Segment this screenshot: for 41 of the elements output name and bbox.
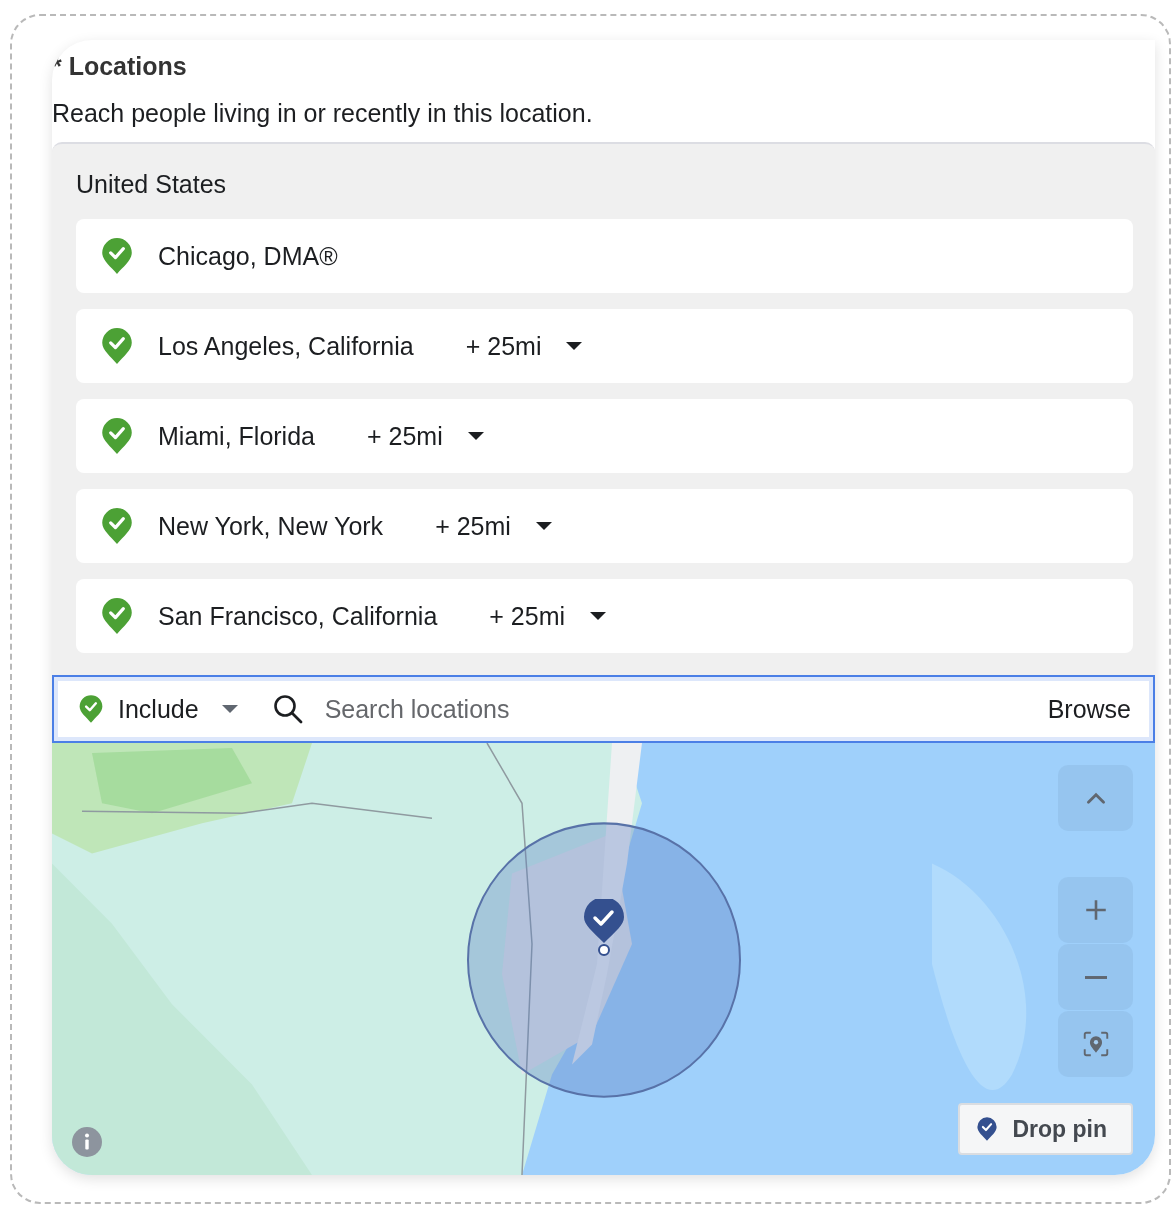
location-name: San Francisco, California [158, 601, 438, 631]
location-pin-icon [100, 327, 134, 365]
caret-icon [534, 521, 553, 531]
info-icon[interactable] [72, 1127, 102, 1157]
location-name: Los Angeles, California [158, 331, 414, 361]
search-field[interactable]: Search locations [322, 693, 1048, 725]
zoom-in-button[interactable] [1058, 877, 1133, 943]
location-name: Chicago, DMA® [158, 241, 338, 271]
location-pin-icon [78, 694, 104, 724]
location-row[interactable]: Los Angeles, California + 25mi [76, 309, 1133, 383]
browse-button[interactable]: Browse [1047, 694, 1131, 724]
location-pin-icon [100, 417, 134, 455]
location-name: Miami, Florida [158, 421, 315, 451]
radius-dropdown[interactable]: + 25mi [465, 331, 584, 361]
caret-icon [589, 611, 608, 621]
location-row[interactable]: Chicago, DMA® [76, 219, 1133, 293]
map-pin-icon [583, 899, 625, 957]
location-row[interactable]: New York, New York + 25mi [76, 489, 1133, 563]
search-icon [272, 694, 303, 724]
minus-icon [1084, 975, 1107, 979]
radius-dropdown[interactable]: + 25mi [489, 601, 608, 631]
location-row[interactable]: San Francisco, California + 25mi [76, 579, 1133, 653]
location-pin-icon [100, 597, 134, 635]
location-pin-icon [100, 237, 134, 275]
pin-icon [976, 1116, 999, 1142]
drop-pin-button[interactable]: Drop pin [958, 1103, 1133, 1155]
radius-dropdown[interactable]: + 25mi [367, 421, 485, 451]
locate-pin-icon [1082, 1031, 1109, 1057]
location-row[interactable]: Miami, Florida + 25mi [76, 399, 1133, 473]
location-pin-icon [100, 507, 134, 545]
radius-dropdown[interactable]: + 25mi [435, 511, 553, 541]
caret-icon [565, 341, 584, 351]
include-dropdown[interactable]: Include [78, 694, 239, 724]
section-description: Reach people living in or recently in this location. [52, 99, 594, 128]
country-label: United States [76, 170, 228, 199]
location-name: New York, New York [158, 511, 384, 541]
search-bar[interactable]: Include Search locations Browse [52, 675, 1155, 743]
recenter-button[interactable] [1058, 1011, 1133, 1077]
caret-icon [220, 704, 239, 714]
caret-icon [466, 431, 485, 441]
collapse-button[interactable] [1058, 765, 1133, 831]
